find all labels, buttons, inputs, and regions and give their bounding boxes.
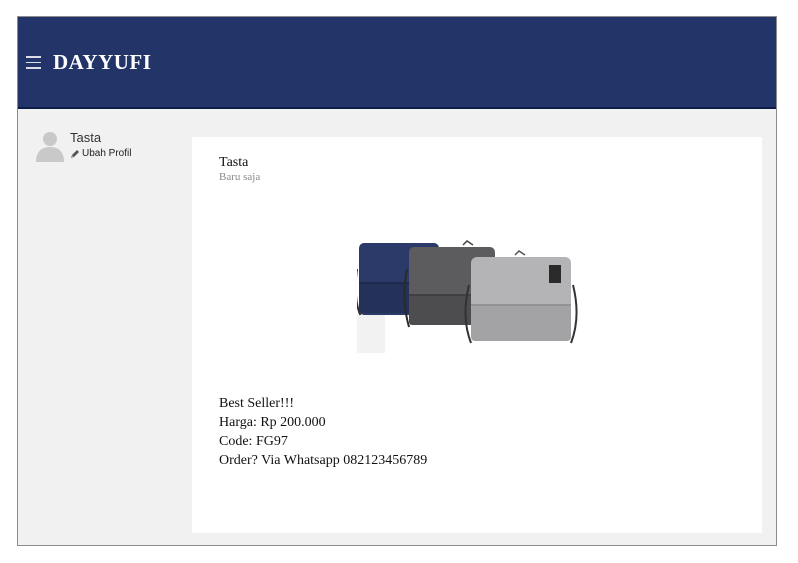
post-author[interactable]: Tasta bbox=[219, 155, 248, 171]
post-body: Best Seller!!! Harga: Rp 200.000 Code: F… bbox=[219, 394, 427, 470]
sidebar: Tasta Ubah Profil bbox=[18, 109, 190, 547]
brand-title[interactable]: DAYYUFI bbox=[53, 50, 151, 75]
post-line: Best Seller!!! bbox=[219, 396, 295, 411]
product-image[interactable] bbox=[357, 239, 581, 353]
post-line: Harga: Rp 200.000 bbox=[219, 415, 326, 430]
top-navbar: DAYYUFI bbox=[18, 17, 776, 109]
post-card: Tasta Baru saja Best Seller!!! Harga: Rp… bbox=[192, 137, 762, 533]
app-frame: DAYYUFI Tasta Ubah Profil Tasta Baru saj… bbox=[17, 16, 777, 546]
post-timestamp: Baru saja bbox=[219, 171, 261, 183]
post-line: Order? Via Whatsapp 082123456789 bbox=[219, 453, 428, 468]
post-line: Code: FG97 bbox=[219, 434, 288, 449]
edit-profile-link[interactable]: Ubah Profil bbox=[70, 148, 131, 159]
edit-profile-label: Ubah Profil bbox=[82, 148, 132, 159]
sidebar-user-name[interactable]: Tasta bbox=[70, 130, 101, 145]
hamburger-menu-icon[interactable] bbox=[26, 56, 41, 69]
user-avatar-icon[interactable] bbox=[35, 130, 65, 162]
pencil-icon bbox=[71, 149, 79, 158]
